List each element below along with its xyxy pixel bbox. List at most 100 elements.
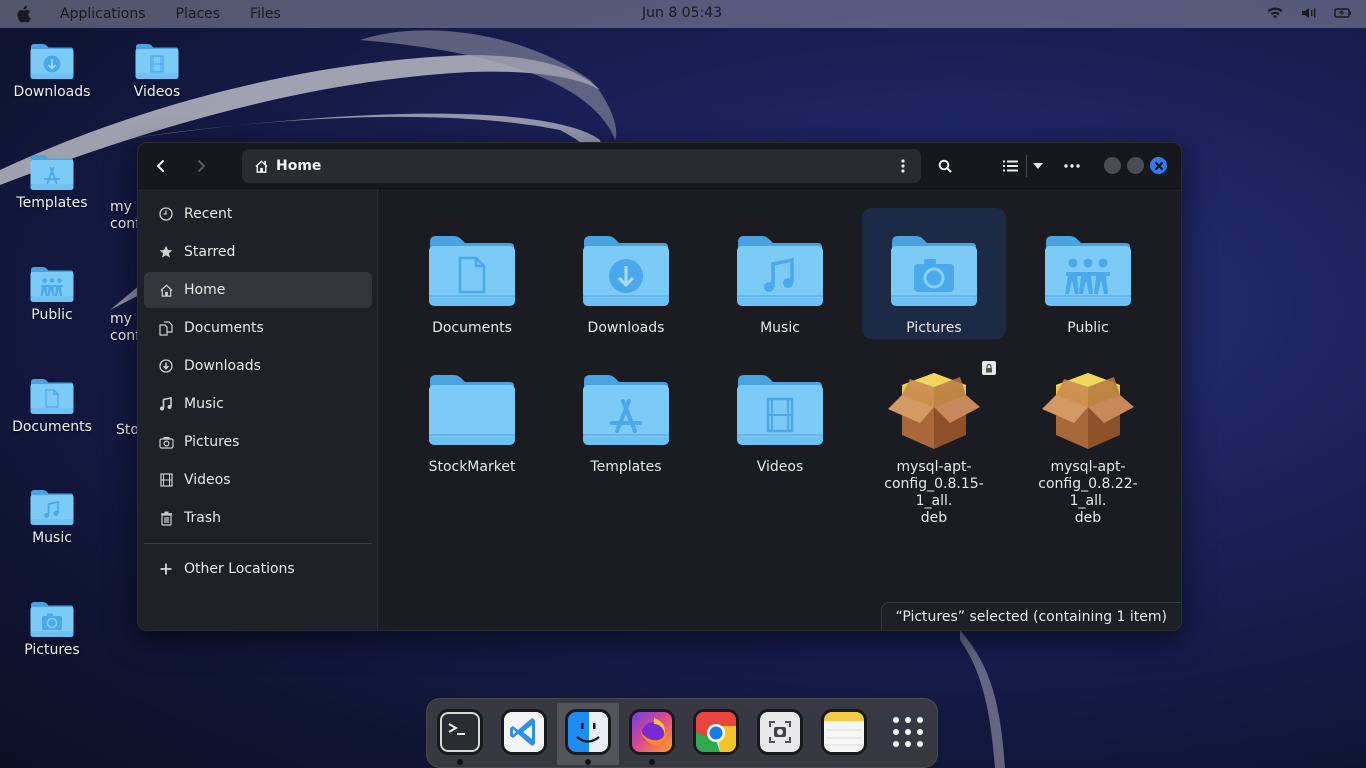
file-name: Public xyxy=(1067,320,1109,336)
maximize-button[interactable] xyxy=(1127,157,1144,174)
camera-icon xyxy=(158,434,174,450)
dock-app-chrome[interactable] xyxy=(691,707,741,757)
folder-film-icon xyxy=(736,371,824,447)
back-button[interactable] xyxy=(148,153,174,179)
apple-logo-icon[interactable] xyxy=(14,5,32,23)
desktop-icon-label: Public xyxy=(31,307,73,323)
documents-icon xyxy=(158,320,174,336)
chrome-icon xyxy=(693,709,739,755)
menu-places[interactable]: Places xyxy=(176,6,221,22)
vscode-icon xyxy=(501,709,547,755)
dock-app-notes[interactable] xyxy=(819,707,869,757)
view-options-dropdown[interactable] xyxy=(1028,153,1048,179)
file-item[interactable]: mysql-apt- config_0.8.15-1_all. deb xyxy=(862,347,1006,526)
home-icon xyxy=(158,282,174,298)
running-indicator xyxy=(649,759,655,765)
folder-plain-icon xyxy=(428,371,516,447)
desktop-icon-label: Pictures xyxy=(24,642,80,658)
star-icon xyxy=(158,244,174,260)
sidebar-item-pictures[interactable]: Pictures xyxy=(144,424,372,460)
dock-show-applications[interactable] xyxy=(883,707,933,757)
folder-icon xyxy=(30,377,74,415)
film-icon xyxy=(158,472,174,488)
clock-icon xyxy=(158,206,174,222)
app-grid-icon xyxy=(893,717,923,747)
path-segment-home[interactable]: Home xyxy=(276,158,321,174)
folder-item[interactable]: StockMarket xyxy=(400,347,544,478)
download-icon xyxy=(158,358,174,374)
file-name: Downloads xyxy=(587,320,665,336)
desktop-icon-public[interactable]: Public xyxy=(2,265,102,324)
location-bar[interactable]: Home xyxy=(242,149,921,183)
folder-camera-icon xyxy=(890,232,978,308)
dock-app-files[interactable] xyxy=(557,703,619,765)
file-name: Videos xyxy=(756,459,804,475)
folder-item[interactable]: Videos xyxy=(708,347,852,478)
desktop-icon-pictures[interactable]: Pictures xyxy=(2,600,102,659)
file-view[interactable]: Documents Downloads Music Pictures Publi… xyxy=(379,189,1181,630)
firefox-icon xyxy=(629,709,675,755)
sidebar-item-starred[interactable]: Starred xyxy=(144,234,372,270)
folder-icon xyxy=(30,488,74,526)
minimize-button[interactable] xyxy=(1104,157,1121,174)
horizontal-dots-icon xyxy=(1064,164,1080,168)
sidebar-item-music[interactable]: Music xyxy=(144,386,372,422)
screenshot-icon xyxy=(757,709,803,755)
vertical-dots-icon xyxy=(901,159,905,173)
sidebar-item-trash[interactable]: Trash xyxy=(144,500,372,536)
sidebar-item-videos[interactable]: Videos xyxy=(144,462,372,498)
desktop-icon-label: Downloads xyxy=(13,84,91,100)
sidebar-item-home[interactable]: Home xyxy=(144,272,372,308)
path-menu-button[interactable] xyxy=(895,157,911,175)
desktop-icon-music[interactable]: Music xyxy=(2,488,102,547)
folder-item[interactable]: Templates xyxy=(554,347,698,478)
sidebar-item-downloads[interactable]: Downloads xyxy=(144,348,372,384)
menu-files[interactable]: Files xyxy=(250,6,281,22)
desktop-icon-label: Videos xyxy=(133,84,181,100)
dock-app-vscode[interactable] xyxy=(499,707,549,757)
folder-item[interactable]: Public xyxy=(1016,208,1160,339)
clock[interactable]: Jun 8 05:43 xyxy=(642,5,722,21)
desktop-icon-label: Templates xyxy=(16,195,88,211)
running-indicator xyxy=(457,759,463,765)
files-window: Home Recent Starred Home Documents Downl xyxy=(137,142,1182,631)
sidebar-item-documents[interactable]: Documents xyxy=(144,310,372,346)
file-item[interactable]: mysql-apt- config_0.8.22-1_all. deb xyxy=(1016,347,1160,526)
sidebar-item-label: Starred xyxy=(184,244,236,260)
home-icon xyxy=(254,158,270,174)
sidebar-item-other-locations[interactable]: Other Locations xyxy=(144,551,372,587)
forward-button[interactable] xyxy=(188,153,214,179)
volume-icon[interactable] xyxy=(1300,5,1318,21)
desktop-icon-videos[interactable]: Videos xyxy=(107,42,207,101)
folder-icon xyxy=(30,153,74,191)
file-name: Pictures xyxy=(906,320,962,336)
desktop-icon-documents[interactable]: Documents xyxy=(2,377,102,436)
desktop-icon-templates[interactable]: Templates xyxy=(2,153,102,212)
system-tray[interactable] xyxy=(1266,5,1352,21)
sidebar-item-label: Pictures xyxy=(184,434,240,450)
dock-app-firefox[interactable] xyxy=(627,707,677,765)
search-button[interactable] xyxy=(933,153,957,179)
more-options-button[interactable] xyxy=(1060,153,1084,179)
sidebar-item-label: Home xyxy=(184,282,226,298)
folder-item[interactable]: Downloads xyxy=(554,208,698,339)
folder-item[interactable]: Pictures xyxy=(862,208,1006,339)
desktop-icon-downloads[interactable]: Downloads xyxy=(2,42,102,101)
dock-app-screenshot[interactable] xyxy=(755,707,805,757)
desktop-icon-label: Music xyxy=(32,530,72,546)
file-name: StockMarket xyxy=(428,459,516,475)
list-view-icon xyxy=(1002,160,1018,172)
dock xyxy=(426,698,938,768)
status-bar: “Pictures” selected (containing 1 item) xyxy=(880,602,1181,630)
sidebar-item-recent[interactable]: Recent xyxy=(144,196,372,232)
list-view-button[interactable] xyxy=(998,153,1022,179)
close-button[interactable] xyxy=(1150,157,1167,174)
wifi-icon[interactable] xyxy=(1266,5,1284,21)
menu-applications[interactable]: Applications xyxy=(60,6,146,22)
folder-item[interactable]: Music xyxy=(708,208,852,339)
sidebar-item-label: Music xyxy=(184,396,224,412)
battery-icon[interactable] xyxy=(1334,5,1352,21)
search-icon xyxy=(938,159,952,173)
folder-item[interactable]: Documents xyxy=(400,208,544,339)
dock-app-terminal[interactable] xyxy=(435,707,485,765)
